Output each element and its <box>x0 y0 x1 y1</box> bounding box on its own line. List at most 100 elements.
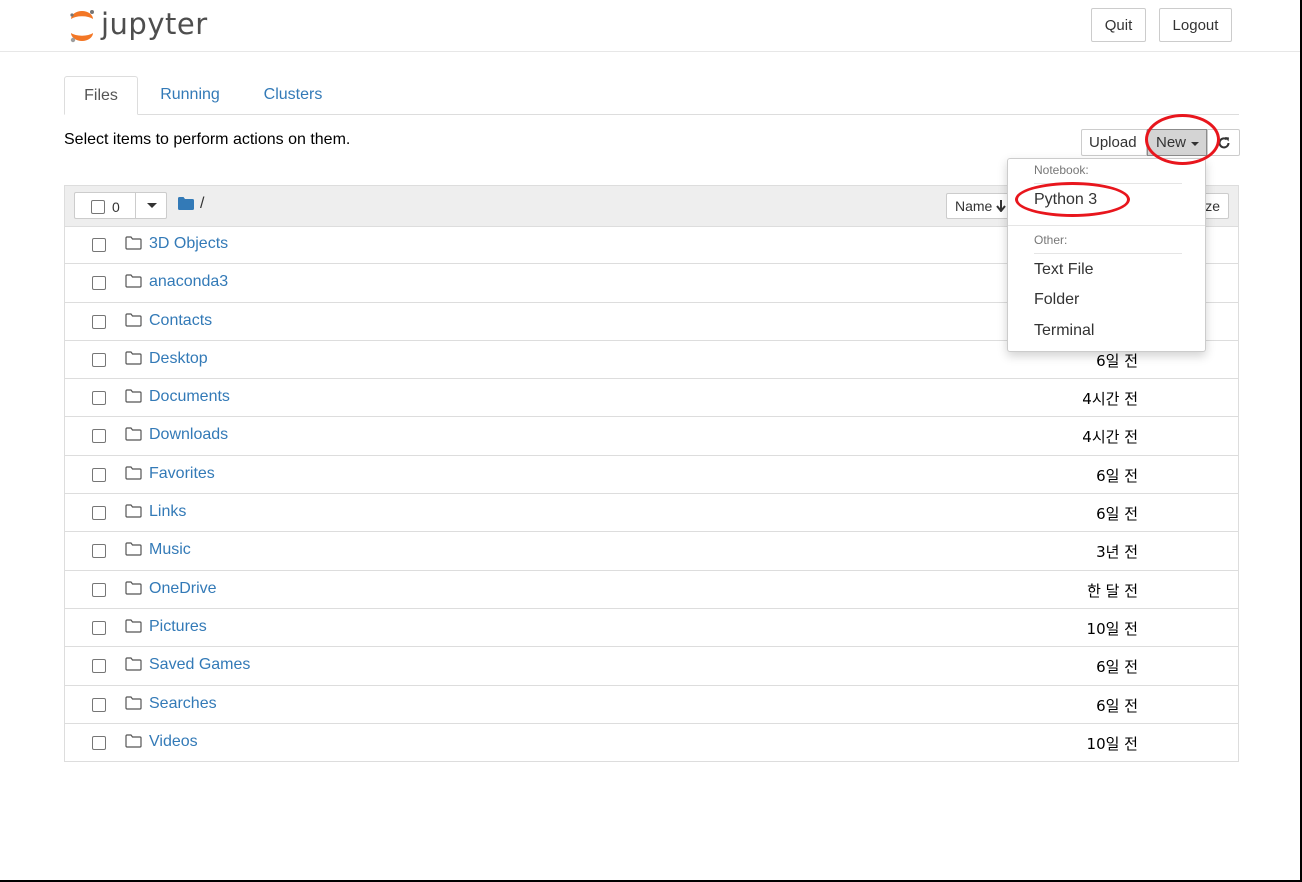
modified-date: 4시간 전 <box>1082 390 1138 409</box>
folder-icon <box>125 657 142 676</box>
modified-date: 3년 전 <box>1096 543 1138 562</box>
modified-date: 한 달 전 <box>1087 581 1138 600</box>
tab-bar: Files Running Clusters <box>64 76 1239 115</box>
modified-date: 4시간 전 <box>1082 428 1138 447</box>
new-button[interactable]: New <box>1147 129 1207 156</box>
table-row[interactable]: Searches 6일 전 <box>65 686 1238 724</box>
quit-button[interactable]: Quit <box>1091 8 1146 42</box>
modified-date: 10일 전 <box>1086 734 1138 753</box>
select-all-checkbox[interactable] <box>91 200 105 214</box>
logo-text: jupyter <box>101 7 208 41</box>
select-all-control[interactable]: 0 <box>91 199 120 215</box>
folder-link[interactable]: Saved Games <box>149 656 250 674</box>
modified-date: 10일 전 <box>1086 619 1138 638</box>
row-checkbox[interactable] <box>92 238 106 252</box>
menu-item-text-file[interactable]: Text File <box>1034 261 1094 279</box>
folder-link[interactable]: Downloads <box>149 426 228 444</box>
new-dropdown-menu: Notebook: Python 3 Other: Text File Fold… <box>1007 158 1206 352</box>
modified-date: 6일 전 <box>1096 658 1138 677</box>
row-checkbox[interactable] <box>92 697 106 712</box>
folder-link[interactable]: Pictures <box>149 618 207 636</box>
folder-link[interactable]: Documents <box>149 388 230 406</box>
folder-link[interactable]: Favorites <box>149 465 215 483</box>
folder-link[interactable]: Videos <box>149 733 198 751</box>
sort-name-label: Name <box>955 198 993 214</box>
menu-item-folder[interactable]: Folder <box>1034 291 1079 309</box>
caret-down-icon <box>147 203 157 208</box>
folder-link[interactable]: 3D Objects <box>149 235 228 253</box>
folder-link[interactable]: Links <box>149 503 186 521</box>
arrow-down-icon <box>996 200 1007 212</box>
caret-down-icon <box>1191 141 1200 146</box>
folder-link[interactable]: OneDrive <box>149 580 217 598</box>
table-row[interactable]: Saved Games 6일 전 <box>65 647 1238 686</box>
table-row[interactable]: Links 6일 전 <box>65 494 1238 533</box>
select-menu-toggle[interactable] <box>135 193 168 218</box>
other-section-header: Other: <box>1034 233 1068 247</box>
selection-hint: Select items to perform actions on them. <box>64 131 351 148</box>
breadcrumb-path[interactable]: / <box>200 195 204 213</box>
upload-button[interactable]: Upload <box>1081 129 1147 156</box>
row-checkbox[interactable] <box>92 506 106 521</box>
table-row[interactable]: Pictures 10일 전 <box>65 609 1238 648</box>
sort-by-name-button[interactable]: Name <box>946 193 1016 219</box>
folder-link[interactable]: Desktop <box>149 350 208 368</box>
table-row[interactable]: Videos 10일 전 <box>65 724 1238 762</box>
modified-date: 6일 전 <box>1096 505 1138 524</box>
table-row[interactable]: Favorites 6일 전 <box>65 456 1238 495</box>
tab-clusters[interactable]: Clusters <box>250 76 336 114</box>
folder-link[interactable]: anaconda3 <box>149 273 228 291</box>
folder-icon <box>125 312 142 332</box>
folder-link[interactable]: Music <box>149 541 191 559</box>
row-checkbox[interactable] <box>92 735 106 750</box>
new-button-label: New <box>1156 134 1187 151</box>
row-checkbox[interactable] <box>92 659 106 674</box>
modified-date: 6일 전 <box>1096 696 1138 715</box>
folder-link[interactable]: Contacts <box>149 312 212 330</box>
select-all-group: 0 <box>74 192 167 219</box>
folder-icon <box>125 236 142 255</box>
row-checkbox[interactable] <box>92 620 106 635</box>
folder-icon <box>125 581 142 600</box>
table-row[interactable]: Music 3년 전 <box>65 532 1238 571</box>
row-checkbox[interactable] <box>92 544 106 559</box>
modified-date: 6일 전 <box>1096 351 1138 370</box>
folder-icon <box>125 695 142 715</box>
folder-icon <box>125 274 142 293</box>
refresh-button[interactable] <box>1207 129 1240 156</box>
menu-divider <box>1008 225 1205 226</box>
logout-button[interactable]: Logout <box>1159 8 1232 42</box>
row-checkbox[interactable] <box>92 314 106 329</box>
header-bar: jupyter Quit Logout <box>0 0 1300 52</box>
menu-item-python3[interactable]: Python 3 <box>1034 191 1097 209</box>
folder-icon <box>125 619 142 638</box>
table-row[interactable]: OneDrive 한 달 전 <box>65 571 1238 609</box>
row-checkbox[interactable] <box>92 429 106 444</box>
folder-icon <box>125 734 142 753</box>
row-checkbox[interactable] <box>92 352 106 367</box>
modified-date: 6일 전 <box>1096 466 1138 485</box>
tab-files[interactable]: Files <box>64 76 138 115</box>
table-row[interactable]: Downloads 4시간 전 <box>65 417 1238 456</box>
other-header-separator <box>1034 253 1182 254</box>
folder-icon <box>125 542 142 561</box>
table-row[interactable]: Documents 4시간 전 <box>65 379 1238 418</box>
folder-icon <box>125 427 142 446</box>
folder-icon <box>125 466 142 485</box>
jupyter-logo[interactable]: jupyter <box>67 7 208 44</box>
tab-running[interactable]: Running <box>148 76 232 114</box>
folder-icon <box>125 351 142 370</box>
folder-icon <box>125 389 142 408</box>
folder-icon[interactable] <box>178 197 194 210</box>
folder-link[interactable]: Searches <box>149 695 217 713</box>
refresh-icon <box>1218 136 1229 148</box>
folder-icon <box>125 504 142 523</box>
notebook-header-separator <box>1034 183 1182 184</box>
row-checkbox[interactable] <box>92 467 106 482</box>
menu-item-terminal[interactable]: Terminal <box>1034 322 1094 340</box>
row-checkbox[interactable] <box>92 582 106 597</box>
row-checkbox[interactable] <box>92 391 106 406</box>
row-checkbox[interactable] <box>92 276 106 291</box>
jupyter-logo-icon <box>70 10 94 43</box>
notebook-section-header: Notebook: <box>1034 163 1089 177</box>
